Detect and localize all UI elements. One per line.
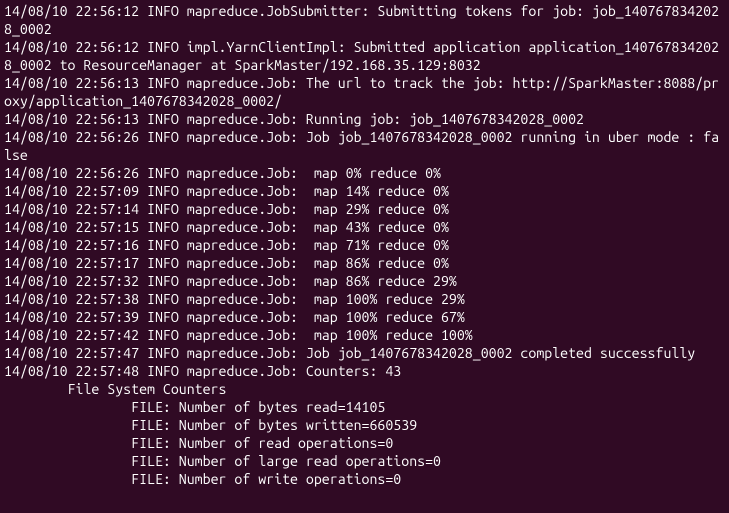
log-line: 14/08/10 22:57:17 INFO mapreduce.Job: ma… [4,254,725,272]
log-line: 14/08/10 22:57:39 INFO mapreduce.Job: ma… [4,308,725,326]
log-line: FILE: Number of write operations=0 [4,470,725,488]
log-line: 14/08/10 22:56:12 INFO mapreduce.JobSubm… [4,2,725,38]
log-line: 14/08/10 22:57:48 INFO mapreduce.Job: Co… [4,362,725,380]
log-line: 14/08/10 22:56:26 INFO mapreduce.Job: ma… [4,164,725,182]
log-line: 14/08/10 22:56:26 INFO mapreduce.Job: Jo… [4,128,725,164]
log-line: 14/08/10 22:57:16 INFO mapreduce.Job: ma… [4,236,725,254]
log-line: FILE: Number of bytes read=14105 [4,398,725,416]
log-line: FILE: Number of read operations=0 [4,434,725,452]
log-line: 14/08/10 22:57:42 INFO mapreduce.Job: ma… [4,326,725,344]
log-line: 14/08/10 22:57:15 INFO mapreduce.Job: ma… [4,218,725,236]
log-line: 14/08/10 22:56:13 INFO mapreduce.Job: Ru… [4,110,725,128]
log-line: 14/08/10 22:57:38 INFO mapreduce.Job: ma… [4,290,725,308]
log-line: File System Counters [4,380,725,398]
terminal-output: 14/08/10 22:56:12 INFO mapreduce.JobSubm… [0,0,729,490]
log-line: 14/08/10 22:56:12 INFO impl.YarnClientIm… [4,38,725,74]
log-line: 14/08/10 22:57:09 INFO mapreduce.Job: ma… [4,182,725,200]
log-line: 14/08/10 22:57:32 INFO mapreduce.Job: ma… [4,272,725,290]
log-line: 14/08/10 22:57:14 INFO mapreduce.Job: ma… [4,200,725,218]
log-line: FILE: Number of bytes written=660539 [4,416,725,434]
log-line: 14/08/10 22:57:47 INFO mapreduce.Job: Jo… [4,344,725,362]
log-line: FILE: Number of large read operations=0 [4,452,725,470]
log-line: 14/08/10 22:56:13 INFO mapreduce.Job: Th… [4,74,725,110]
